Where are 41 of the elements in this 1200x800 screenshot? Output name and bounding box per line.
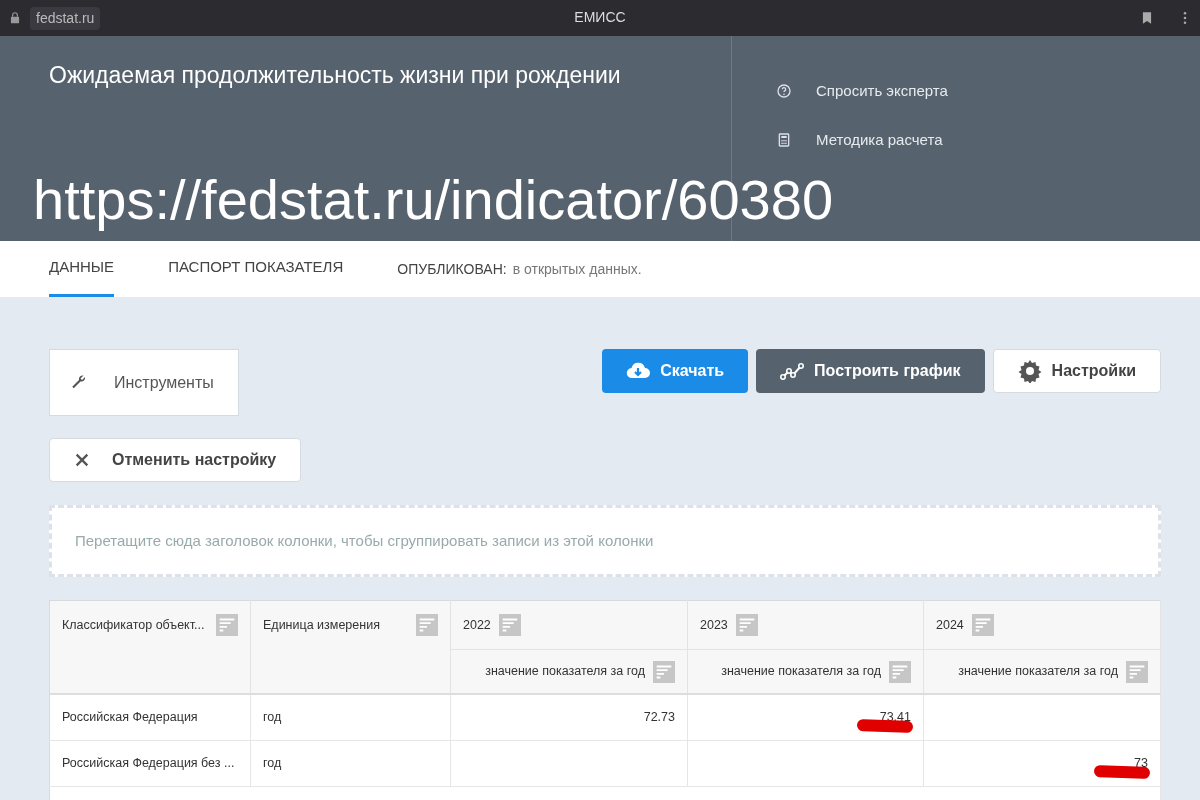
column-menu-icon[interactable] [889, 660, 911, 683]
table-cell: год [263, 709, 282, 724]
column-menu-icon[interactable] [216, 614, 238, 636]
page-title: ЕМИСС [574, 9, 626, 25]
table-cell: Российская Федерация без ... [62, 755, 235, 770]
close-icon [74, 452, 90, 468]
download-button[interactable]: Скачать [602, 349, 749, 393]
column-menu-icon[interactable] [971, 614, 994, 636]
column-header[interactable]: Единица измерения [263, 615, 380, 635]
lock-icon [8, 11, 22, 25]
table-cell: 73 [1134, 755, 1148, 770]
bookmark-icon[interactable] [1140, 10, 1154, 26]
table-cell: год [263, 755, 282, 770]
calculator-icon [776, 131, 792, 148]
column-header[interactable]: 2022 [463, 615, 491, 635]
address-field[interactable]: fedstat.ru [30, 6, 101, 30]
column-menu-icon[interactable] [416, 614, 438, 636]
column-menu-icon[interactable] [1126, 660, 1148, 683]
column-header[interactable]: 2023 [700, 615, 728, 635]
column-header[interactable]: Классификатор объект... [62, 615, 205, 635]
gear-icon [1017, 359, 1042, 383]
table-cell: Российская Федерация [62, 709, 198, 724]
column-menu-icon[interactable] [653, 660, 675, 683]
tools-panel[interactable]: Инструменты [49, 349, 239, 416]
column-menu-icon[interactable] [735, 614, 758, 636]
help-icon [776, 83, 792, 100]
column-header[interactable]: 2024 [936, 615, 964, 635]
chart-button[interactable]: Построить график [756, 349, 985, 393]
column-menu-icon[interactable] [498, 614, 521, 636]
header-link[interactable]: Спросить эксперта [816, 80, 948, 103]
reset-settings-button[interactable]: Отменить настройку [49, 438, 302, 482]
table-cell: 72.73 [643, 709, 675, 724]
tools-label: Инструменты [114, 372, 214, 393]
settings-button[interactable]: Настройки [992, 349, 1161, 393]
drop-zone-hint: Перетащите сюда заголовок колонки, чтобы сгруппировать записи из этой колонки [75, 530, 654, 551]
indicator-title: Ожидаемая продолжительность жизни при рождении [49, 62, 622, 90]
published-value: в открытых данных. [512, 259, 642, 279]
tab[interactable]: ДАННЫЕ [49, 241, 115, 297]
header-link[interactable]: Методика расчета [816, 128, 943, 151]
published-label: ОПУБЛИКОВАН: [397, 259, 507, 279]
tab[interactable]: ПАСПОРТ ПОКАЗАТЕЛЯ [168, 241, 344, 297]
